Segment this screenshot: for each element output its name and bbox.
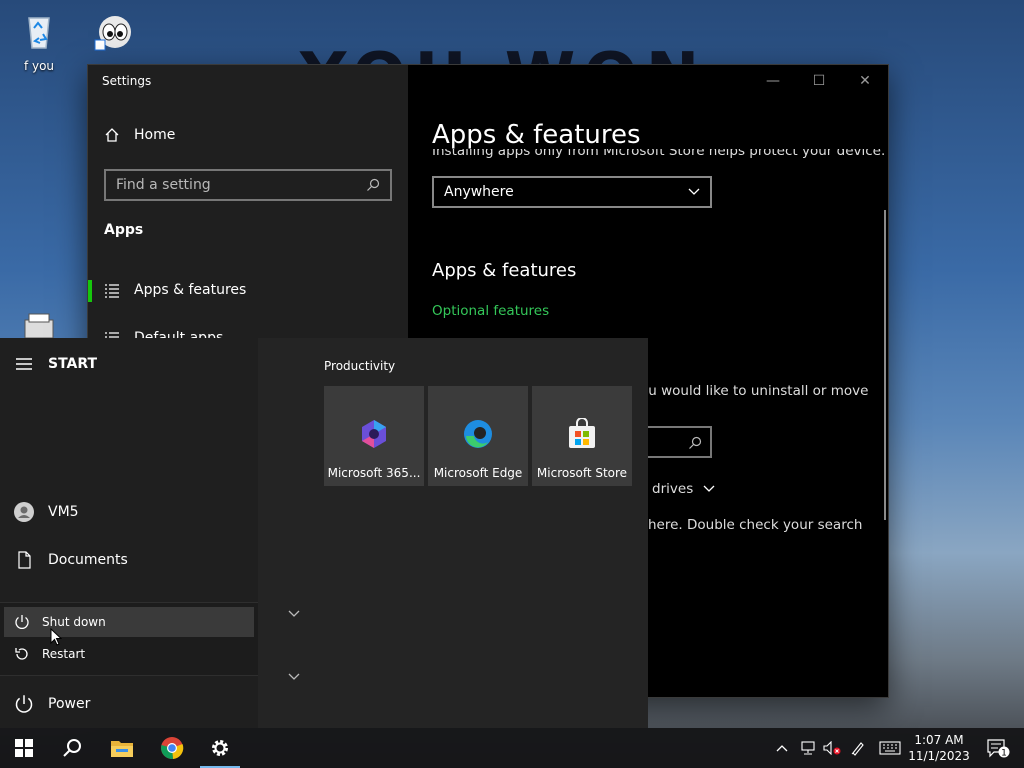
chevron-down-icon xyxy=(703,485,715,492)
avatar xyxy=(14,502,34,522)
nav-section-apps: Apps xyxy=(104,222,144,238)
cartoon-shortcut-icon xyxy=(94,16,131,51)
install-source-dropdown[interactable]: Anywhere xyxy=(432,176,712,208)
tile-label: Microsoft 365... xyxy=(327,466,421,480)
taskbar-clock[interactable]: 1:07 AM 11/1/2023 xyxy=(906,732,972,764)
microsoft-365-icon xyxy=(362,420,386,448)
close-button[interactable]: ✕ xyxy=(842,65,888,97)
maximize-button[interactable]: ☐ xyxy=(796,65,842,97)
taskbar: 1:07 AM 11/1/2023 1 xyxy=(0,728,1024,768)
notification-icon: 1 xyxy=(987,739,1010,759)
file-explorer-button[interactable] xyxy=(98,728,146,768)
user-name: VM5 xyxy=(48,504,79,520)
search-icon[interactable] xyxy=(688,436,702,450)
dropdown-value: Anywhere xyxy=(444,184,514,200)
restart-option[interactable]: Restart xyxy=(4,639,254,669)
start-title: START xyxy=(48,356,98,372)
document-icon xyxy=(18,551,31,569)
file-explorer-icon xyxy=(111,741,133,757)
search-icon xyxy=(63,739,81,757)
settings-taskbar-button[interactable] xyxy=(196,728,244,768)
keyboard-icon xyxy=(879,741,901,755)
edge-icon xyxy=(464,420,492,448)
desktop-shortcut-2[interactable] xyxy=(80,8,150,59)
settings-search-box[interactable] xyxy=(104,169,392,201)
mouse-cursor-icon xyxy=(50,628,62,646)
restart-icon xyxy=(15,648,28,660)
volume-tray-button[interactable] xyxy=(820,728,844,768)
tile-microsoft-365[interactable]: Microsoft 365... xyxy=(324,386,424,486)
power-flyout: Shut down Restart xyxy=(0,602,258,676)
clock-date: 11/1/2023 xyxy=(908,749,970,763)
taskbar-search-button[interactable] xyxy=(48,728,96,768)
nav-home[interactable]: Home xyxy=(104,127,175,143)
show-hidden-icons-button[interactable] xyxy=(772,728,792,768)
windows-logo-icon xyxy=(15,739,33,757)
tile-microsoft-store[interactable]: Microsoft Store xyxy=(532,386,632,486)
power-button[interactable]: Power xyxy=(0,684,258,724)
list-icon xyxy=(105,284,119,298)
chevron-down-icon[interactable] xyxy=(288,673,300,681)
action-center-button[interactable]: 1 xyxy=(978,728,1018,768)
page-title: Apps & features xyxy=(432,120,641,150)
documents-label: Documents xyxy=(48,552,128,568)
nav-item-apps-features[interactable]: Apps & features xyxy=(88,270,408,310)
nav-item-label: Apps & features xyxy=(134,282,247,298)
chevron-down-icon xyxy=(688,188,700,195)
tile-microsoft-edge[interactable]: Microsoft Edge xyxy=(428,386,528,486)
settings-search-input[interactable] xyxy=(116,177,366,193)
user-account-button[interactable]: VM5 xyxy=(0,492,258,532)
shut-down-option[interactable]: Shut down xyxy=(4,607,254,637)
clock-time: 1:07 AM xyxy=(914,733,964,747)
start-menu-header[interactable]: START xyxy=(16,356,97,372)
shut-down-label: Shut down xyxy=(42,615,106,629)
hamburger-icon[interactable] xyxy=(16,358,32,370)
documents-button[interactable]: Documents xyxy=(0,540,258,580)
search-icon[interactable] xyxy=(366,178,380,192)
store-icon xyxy=(569,418,595,448)
start-button[interactable] xyxy=(0,728,48,768)
optional-features-link[interactable]: Optional features xyxy=(432,303,549,319)
recycle-bin-label: f you xyxy=(23,59,55,73)
minimize-button[interactable]: — xyxy=(750,65,796,97)
uninstall-description-partial: ou would like to uninstall or move xyxy=(640,383,869,399)
install-source-description: Installing apps only from Microsoft Stor… xyxy=(432,149,886,159)
start-menu-rail: START VM5 Documents Shut down Restart Po… xyxy=(0,338,258,728)
power-label: Power xyxy=(48,696,91,712)
pen-icon xyxy=(851,742,864,756)
chrome-icon xyxy=(161,737,184,760)
volume-muted-icon xyxy=(823,741,841,755)
content-scrollbar[interactable] xyxy=(884,210,886,520)
recycle-bin-shortcut[interactable]: f you xyxy=(4,8,74,73)
network-icon xyxy=(801,741,815,755)
window-title: Settings xyxy=(102,74,152,88)
nav-home-label: Home xyxy=(134,127,176,143)
pen-tray-button[interactable] xyxy=(846,728,870,768)
chevron-up-icon xyxy=(776,745,788,752)
restart-label: Restart xyxy=(42,647,86,661)
tile-label: Microsoft Edge xyxy=(433,466,523,480)
power-icon xyxy=(15,615,29,629)
chevron-down-icon[interactable] xyxy=(288,610,300,618)
notification-count: 1 xyxy=(1001,749,1007,759)
settings-icon xyxy=(212,740,228,756)
tile-group-label: Productivity xyxy=(324,359,396,373)
section-heading: Apps & features xyxy=(432,260,577,281)
start-menu: START VM5 Documents Shut down Restart Po… xyxy=(0,338,648,728)
drives-filter-partial[interactable]: l drives xyxy=(644,481,715,497)
network-tray-button[interactable] xyxy=(796,728,820,768)
recycle-bin-icon xyxy=(28,17,50,49)
keyboard-tray-button[interactable] xyxy=(876,728,904,768)
chrome-button[interactable] xyxy=(148,728,196,768)
tile-label: Microsoft Store xyxy=(536,466,628,480)
no-results-partial: here. Double check your search xyxy=(648,517,863,533)
power-icon xyxy=(15,695,33,713)
home-icon xyxy=(105,128,119,142)
